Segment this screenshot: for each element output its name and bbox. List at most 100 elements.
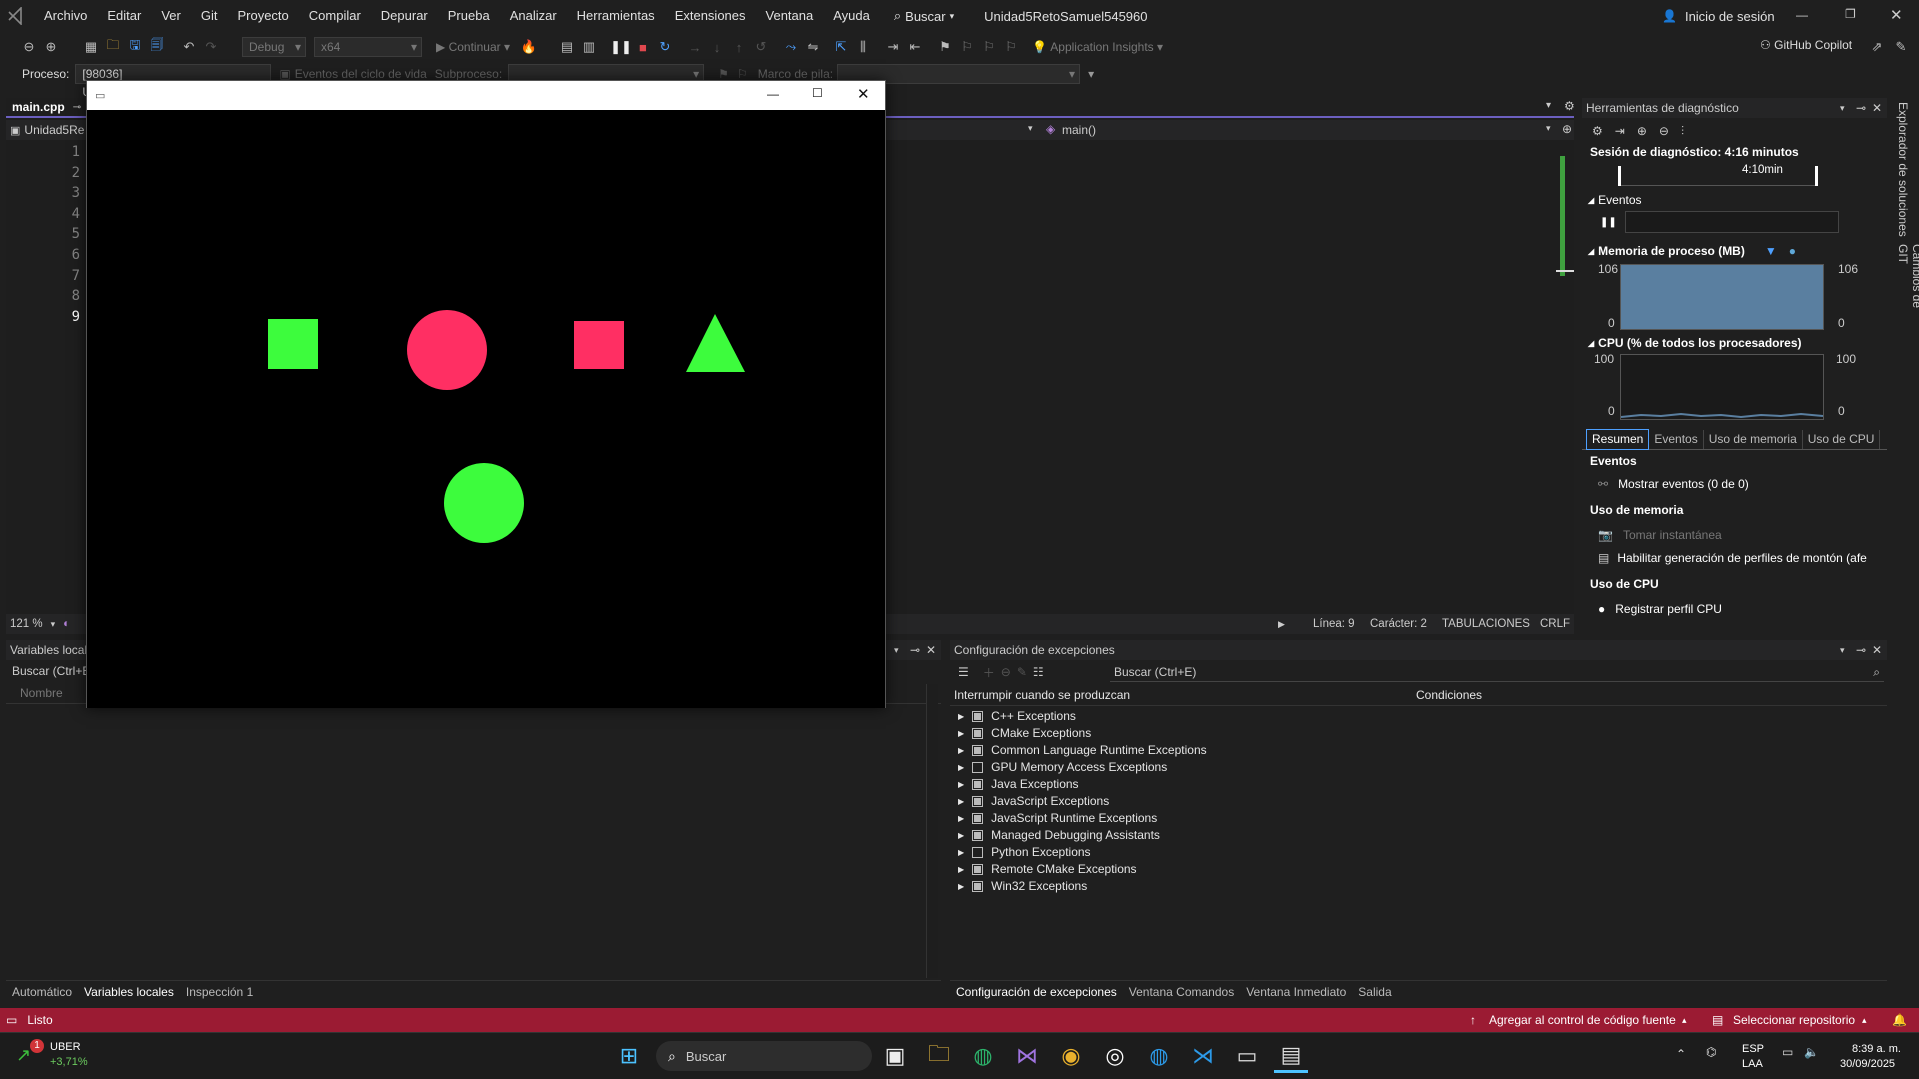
function-select[interactable]: main(): [1062, 123, 1096, 137]
bookmark-next-icon[interactable]: ⚐: [978, 36, 1000, 58]
chevron-down-icon[interactable]: ▾: [51, 619, 56, 630]
app-window-icon[interactable]: ▤: [1274, 1039, 1308, 1073]
column-conditions[interactable]: Condiciones: [1416, 688, 1482, 702]
continue-button[interactable]: ▶ Continuar ▾: [436, 40, 510, 54]
close-button[interactable]: ✕: [1890, 6, 1903, 24]
exception-row[interactable]: ▶ Win32 Exceptions: [950, 878, 1887, 895]
maximize-button[interactable]: ☐: [812, 86, 823, 100]
expand-icon[interactable]: ▶: [958, 793, 964, 810]
select-repo[interactable]: Seleccionar repositorio: [1733, 1013, 1855, 1027]
menu-extensiones[interactable]: Extensiones: [665, 0, 756, 32]
menu-compilar[interactable]: Compilar: [299, 0, 371, 32]
stop-icon[interactable]: ■: [632, 36, 654, 58]
exception-row[interactable]: ▶ GPU Memory Access Exceptions: [950, 759, 1887, 776]
exception-checkbox[interactable]: [972, 762, 984, 773]
project-select[interactable]: Unidad5Re: [24, 123, 84, 137]
share-icon[interactable]: ⇗: [1866, 36, 1888, 58]
expand-icon[interactable]: ▶: [958, 725, 964, 742]
chevron-down-icon[interactable]: ▾: [894, 640, 899, 660]
exception-row[interactable]: ▶ JavaScript Exceptions: [950, 793, 1887, 810]
step-over-icon[interactable]: ↓: [706, 36, 728, 58]
speaker-icon[interactable]: 🔈: [1804, 1045, 1819, 1059]
start-icon[interactable]: ⊞: [612, 1039, 646, 1073]
file-explorer-icon[interactable]: 🗀: [922, 1039, 956, 1073]
exception-checkbox[interactable]: [972, 711, 984, 722]
eol-mode[interactable]: CRLF: [1540, 618, 1570, 630]
tab-list-icon[interactable]: ▾: [1546, 100, 1551, 111]
minimize-button[interactable]: —: [1796, 8, 1808, 22]
exception-checkbox[interactable]: [972, 864, 984, 875]
pause-icon[interactable]: ❚❚: [610, 36, 632, 58]
take-snapshot-button[interactable]: 📷 Tomar instantánea: [1582, 524, 1887, 546]
exception-row[interactable]: ▶ Python Exceptions: [950, 844, 1887, 861]
step-back-icon[interactable]: ↺: [750, 36, 772, 58]
save-icon[interactable]: 🖫: [124, 36, 146, 58]
back-icon[interactable]: ⊖: [18, 36, 40, 58]
exception-checkbox[interactable]: [972, 830, 984, 841]
signin-button[interactable]: 👤 Inicio de sesión: [1662, 0, 1775, 32]
terminal-icon[interactable]: ▭: [1230, 1039, 1264, 1073]
cpu-section[interactable]: ◢ CPU (% de todos los procesadores): [1582, 334, 1887, 352]
exception-row[interactable]: ▶ CMake Exceptions: [950, 725, 1887, 742]
edge-dev-icon[interactable]: ◍: [1142, 1039, 1176, 1073]
exception-checkbox[interactable]: [972, 728, 984, 739]
save-all-icon[interactable]: 🗐: [146, 36, 168, 58]
record-cpu-button[interactable]: ● Registrar perfil CPU: [1582, 598, 1887, 620]
step-into-icon[interactable]: →: [684, 36, 706, 58]
app-title-bar[interactable]: ▭ — ☐ ✕: [87, 81, 885, 110]
hot-reload-icon[interactable]: 🔥: [518, 36, 540, 58]
language-indicator[interactable]: ESP: [1742, 1043, 1764, 1055]
bookmark-clear-icon[interactable]: ⚐: [1000, 36, 1022, 58]
taskbar-search[interactable]: ⌕ Buscar: [656, 1041, 872, 1071]
tab-git-changes[interactable]: Cambios de GIT: [1896, 244, 1919, 328]
layout-icon[interactable]: ▥: [578, 36, 600, 58]
edge-icon[interactable]: ◍: [966, 1039, 1000, 1073]
menu-prueba[interactable]: Prueba: [438, 0, 500, 32]
menu-git[interactable]: Git: [191, 0, 228, 32]
pin-icon[interactable]: ⊸: [910, 640, 920, 660]
indent-mode[interactable]: TABULACIONES: [1442, 618, 1530, 630]
notification-icon[interactable]: 🔔: [1892, 1013, 1907, 1027]
exception-row[interactable]: ▶ Java Exceptions: [950, 776, 1887, 793]
column-break[interactable]: Interrumpir cuando se produzcan: [954, 688, 1130, 702]
memory-section[interactable]: ◢ Memoria de proceso (MB) ▼ ●: [1582, 240, 1887, 262]
scrollbar-vertical[interactable]: [1556, 142, 1574, 614]
chevron-down-icon[interactable]: ▾: [1028, 123, 1033, 134]
pin-icon[interactable]: ⊸: [73, 102, 81, 113]
restart-icon[interactable]: ↻: [654, 36, 676, 58]
expand-icon[interactable]: ▶: [958, 827, 964, 844]
open-folder-icon[interactable]: 🗀: [102, 36, 124, 58]
exception-checkbox[interactable]: [972, 847, 984, 858]
filter-icon[interactable]: ☰: [958, 665, 969, 679]
copilot-button[interactable]: ⚇ GitHub Copilot: [1760, 38, 1852, 52]
pause-icon[interactable]: ❚❚: [1600, 217, 1617, 228]
timeline-ruler[interactable]: 4:10min: [1618, 164, 1818, 186]
scroll-right-icon[interactable]: ▶: [1278, 619, 1285, 630]
zoom-in-icon[interactable]: ⊕: [1637, 124, 1647, 138]
menu-ayuda[interactable]: Ayuda: [823, 0, 880, 32]
scrollbar-vertical[interactable]: [926, 684, 938, 978]
chevron-down-icon[interactable]: ▾: [1840, 98, 1845, 118]
window-icon[interactable]: ▤: [556, 36, 578, 58]
outdent-icon[interactable]: ⇤: [904, 36, 926, 58]
menu-editar[interactable]: Editar: [97, 0, 151, 32]
debug-threads-icon[interactable]: ⇋: [802, 36, 824, 58]
diag-icon[interactable]: ⤳: [780, 36, 802, 58]
exception-checkbox[interactable]: [972, 813, 984, 824]
zoom-level[interactable]: 121 %: [10, 618, 43, 630]
output-icon[interactable]: ▭: [6, 1013, 17, 1027]
network-icon[interactable]: ⌬: [1706, 1045, 1716, 1059]
panel-tab[interactable]: Configuración de excepciones: [950, 981, 1123, 1003]
list-icon[interactable]: ☷: [1033, 665, 1044, 679]
close-icon[interactable]: ✕: [926, 640, 936, 660]
gear-icon[interactable]: ⚙: [1592, 124, 1603, 138]
platform-select[interactable]: x64 ▾: [314, 37, 422, 57]
tab-main-cpp[interactable]: main.cpp ⊸: [6, 98, 88, 116]
pin-icon[interactable]: ⊸: [1856, 98, 1866, 118]
display-icon[interactable]: ▭: [1782, 1045, 1793, 1059]
expand-icon[interactable]: ▶: [958, 759, 964, 776]
exception-checkbox[interactable]: [972, 779, 984, 790]
panel-tab[interactable]: Inspección 1: [180, 981, 259, 1003]
menu-ventana[interactable]: Ventana: [756, 0, 824, 32]
minimize-button[interactable]: —: [767, 87, 779, 101]
